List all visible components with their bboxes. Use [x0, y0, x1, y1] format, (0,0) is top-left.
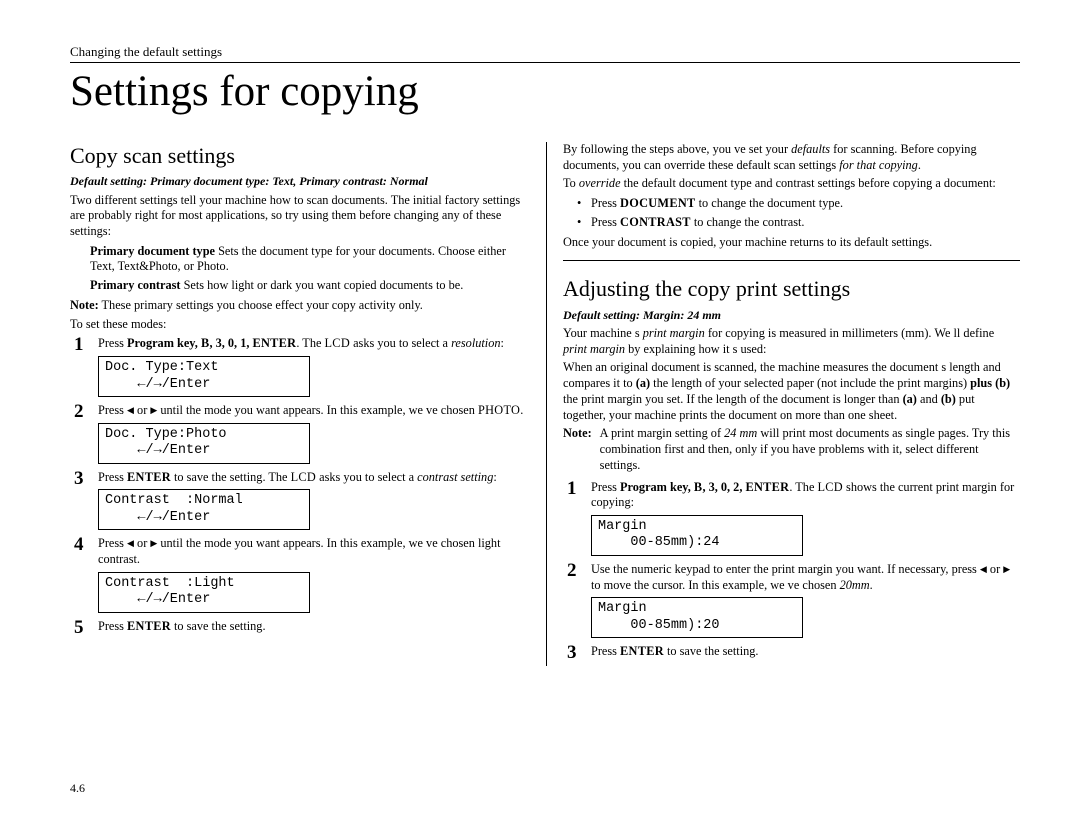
r-step-2: 2 Use the numeric keypad to enter the pr… — [563, 562, 1020, 638]
page-title: Settings for copying — [70, 67, 1020, 116]
bullet-contrast: Press CONTRAST to change the contrast. — [581, 215, 1020, 231]
header-rule — [70, 62, 1020, 63]
r-step-1: 1 Press Program key, B, 3, 0, 2, ENTER. … — [563, 480, 1020, 556]
override-intro-1: By following the steps above, you ve set… — [563, 142, 1020, 173]
bullet-document: Press DOCUMENT to change the document ty… — [581, 196, 1020, 212]
left-column: Copy scan settings Default setting: Prim… — [70, 142, 546, 666]
section-adjust-print: Adjusting the copy print settings — [563, 275, 1020, 303]
section-copy-scan: Copy scan settings — [70, 142, 530, 170]
step-1: 1 Press Program key, B, 3, 0, 1, ENTER. … — [70, 336, 530, 397]
right-arrow-icon: ▶ — [1003, 564, 1010, 574]
step-3: 3 Press ENTER to save the setting. The L… — [70, 470, 530, 531]
breadcrumb: Changing the default settings — [70, 44, 1020, 60]
return-default: Once your document is copied, your machi… — [563, 235, 1020, 251]
left-arrow-icon: ◀ — [127, 538, 134, 548]
step-5: 5 Press ENTER to save the setting. — [70, 619, 530, 635]
lcd-doc-photo: Doc. Type:Photo ←/→/Enter — [98, 423, 310, 464]
step-2: 2 Press ◀ or ▶ until the mode you want a… — [70, 403, 530, 464]
lcd-margin-20: Margin 00-85mm):20 — [591, 597, 803, 638]
primary-doc-type: Primary document type Sets the document … — [90, 244, 530, 275]
lcd-margin-24: Margin 00-85mm):24 — [591, 515, 803, 556]
note-2: Note: A print margin setting of 24 mm wi… — [563, 426, 1020, 473]
margin-intro: Your machine s print margin for copying … — [563, 326, 1020, 357]
default-setting-line: Default setting: Primary document type: … — [70, 174, 530, 189]
right-column: By following the steps above, you ve set… — [546, 142, 1020, 666]
lcd-doc-text: Doc. Type:Text ←/→/Enter — [98, 356, 310, 397]
r-step-3: 3 Press ENTER to save the setting. — [563, 644, 1020, 660]
lcd-contrast-normal: Contrast :Normal ←/→/Enter — [98, 489, 310, 530]
step-4: 4 Press ◀ or ▶ until the mode you want a… — [70, 536, 530, 612]
primary-contrast: Primary contrast Sets how light or dark … — [90, 278, 530, 294]
margin-explain: When an original document is scanned, th… — [563, 360, 1020, 423]
override-intro-2: To override the default document type an… — [563, 176, 1020, 192]
divider — [563, 260, 1020, 261]
left-arrow-icon: ◀ — [980, 564, 987, 574]
default-margin-line: Default setting: Margin: 24 mm — [563, 308, 1020, 323]
lead-in: To set these modes: — [70, 317, 530, 333]
note-1: Note: These primary settings you choose … — [70, 298, 530, 314]
intro-text: Two different settings tell your machine… — [70, 193, 530, 240]
left-arrow-icon: ◀ — [127, 405, 134, 415]
page-number: 4.6 — [70, 781, 85, 796]
lcd-contrast-light: Contrast :Light ←/→/Enter — [98, 572, 310, 613]
